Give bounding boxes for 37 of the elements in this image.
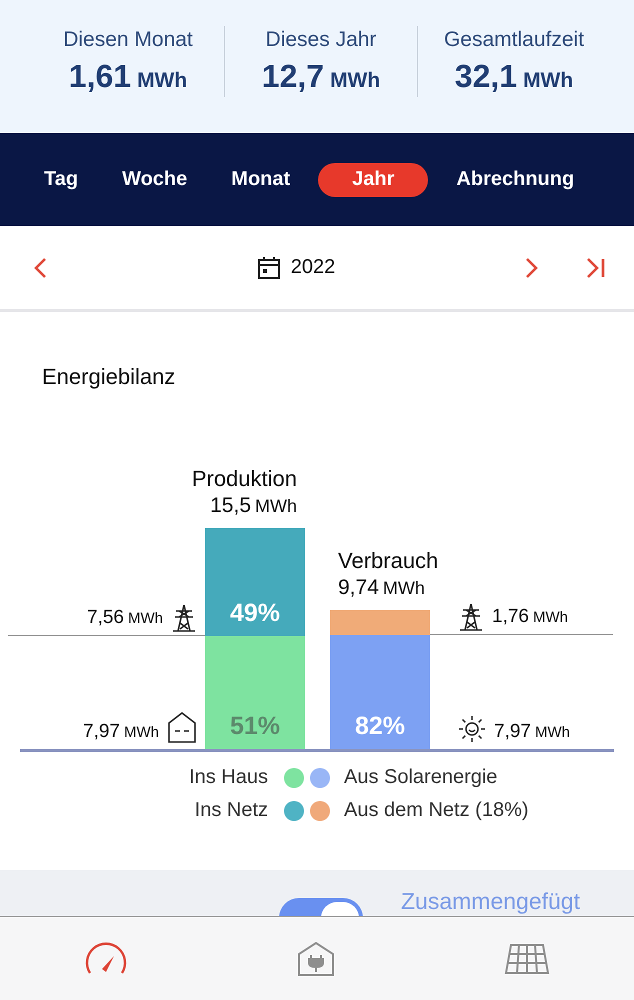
bar-total: 15,5 MWh	[210, 494, 297, 518]
gauge-icon	[84, 942, 128, 976]
legend-label: Aus Solarenergie	[343, 766, 498, 789]
legend-label: Aus dem Netz (18%)	[343, 799, 530, 822]
side-value: 1,76 MWh	[492, 606, 568, 628]
stat-label: Gesamtlaufzeit	[444, 28, 584, 52]
stat-label: Diesen Monat	[63, 28, 193, 52]
segment-percent: 51%	[230, 712, 280, 741]
pylon-icon	[171, 603, 197, 633]
side-value: 7,56 MWh	[87, 607, 163, 629]
card-title: Energiebilanz	[42, 364, 176, 390]
period-tab[interactable]: Woche	[112, 162, 198, 196]
segment-percent: 49%	[230, 599, 280, 628]
legend-label: Ins Haus	[188, 766, 268, 789]
house-plug-icon	[296, 942, 335, 976]
calendar-icon	[256, 256, 281, 280]
bar-total: 9,74 MWh	[338, 576, 425, 600]
period-tab[interactable]: Tag	[34, 162, 88, 196]
side-value: 7,97 MWh	[83, 721, 159, 743]
period-tab[interactable]: Monat	[221, 162, 300, 196]
bar-title: Produktion	[192, 466, 297, 492]
solar-panel-icon	[504, 942, 550, 974]
skip-to-end-icon	[584, 256, 606, 280]
side-value: 7,97 MWh	[494, 721, 570, 743]
pylon-icon	[458, 602, 484, 632]
period-tab[interactable]: Abrechnung	[446, 162, 584, 196]
bar-title: Verbrauch	[338, 548, 438, 574]
stat-value: 32,1 MWh	[454, 58, 574, 95]
house-icon	[167, 711, 197, 743]
period-tab[interactable]: Jahr	[318, 162, 428, 196]
sun-icon	[458, 715, 486, 743]
stat-value: 12,7 MWh	[262, 58, 380, 95]
stat-label: Dieses Jahr	[266, 28, 376, 52]
stat-value: 1,61 MWh	[68, 58, 188, 95]
segment-percent: 82%	[354, 712, 406, 741]
period-label: 2022	[290, 256, 336, 279]
legend-label: Ins Netz	[194, 799, 268, 822]
